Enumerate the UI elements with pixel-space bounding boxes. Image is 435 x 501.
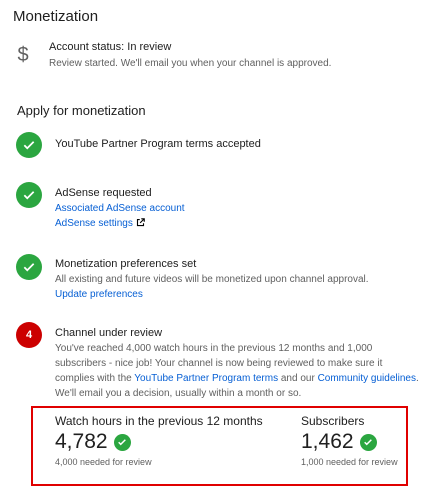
review-text-line: We'll email you a decision, usually with… xyxy=(55,388,302,399)
step-title: Monetization preferences set xyxy=(55,258,197,270)
community-guidelines-link[interactable]: Community guidelines xyxy=(318,373,416,384)
check-circle-icon xyxy=(359,433,377,451)
step-title: AdSense requested xyxy=(55,187,152,199)
dollar-icon: $ xyxy=(17,44,29,66)
check-circle-icon xyxy=(16,132,42,158)
subscribers-value: 1,462 xyxy=(301,430,354,453)
account-status-subtitle: Review started. We'll email you when you… xyxy=(49,58,332,69)
step-title: YouTube Partner Program terms accepted xyxy=(55,138,261,150)
review-text-line: subscribers - nice job! Your channel is … xyxy=(55,358,383,369)
associated-adsense-account-link[interactable]: Associated AdSense account xyxy=(55,201,427,216)
adsense-settings-link[interactable]: AdSense settings xyxy=(55,216,427,231)
external-link-icon xyxy=(136,218,145,227)
review-text-line: complies with the YouTube Partner Progra… xyxy=(55,373,419,384)
step-number-badge: 4 xyxy=(16,322,42,348)
review-text-line: You've reached 4,000 watch hours in the … xyxy=(55,343,373,354)
partner-program-terms-link[interactable]: YouTube Partner Program terms xyxy=(134,373,278,384)
step-description: All existing and future videos will be m… xyxy=(55,274,369,285)
apply-section-title: Apply for monetization xyxy=(17,103,146,118)
check-circle-icon xyxy=(16,254,42,280)
step-title: Channel under review xyxy=(55,327,163,339)
watch-hours-value: 4,782 xyxy=(55,430,108,453)
subscribers-note: 1,000 needed for review xyxy=(301,457,398,467)
watch-hours-label: Watch hours in the previous 12 months xyxy=(55,414,263,428)
check-circle-icon xyxy=(113,433,131,451)
watch-hours-note: 4,000 needed for review xyxy=(55,457,152,467)
page-title: Monetization xyxy=(13,8,99,25)
subscribers-label: Subscribers xyxy=(301,414,365,428)
check-circle-icon xyxy=(16,182,42,208)
account-status-title: Account status: In review xyxy=(49,41,172,53)
eligibility-stats-box: Watch hours in the previous 12 months 4,… xyxy=(31,406,408,486)
update-preferences-link[interactable]: Update preferences xyxy=(55,287,427,302)
